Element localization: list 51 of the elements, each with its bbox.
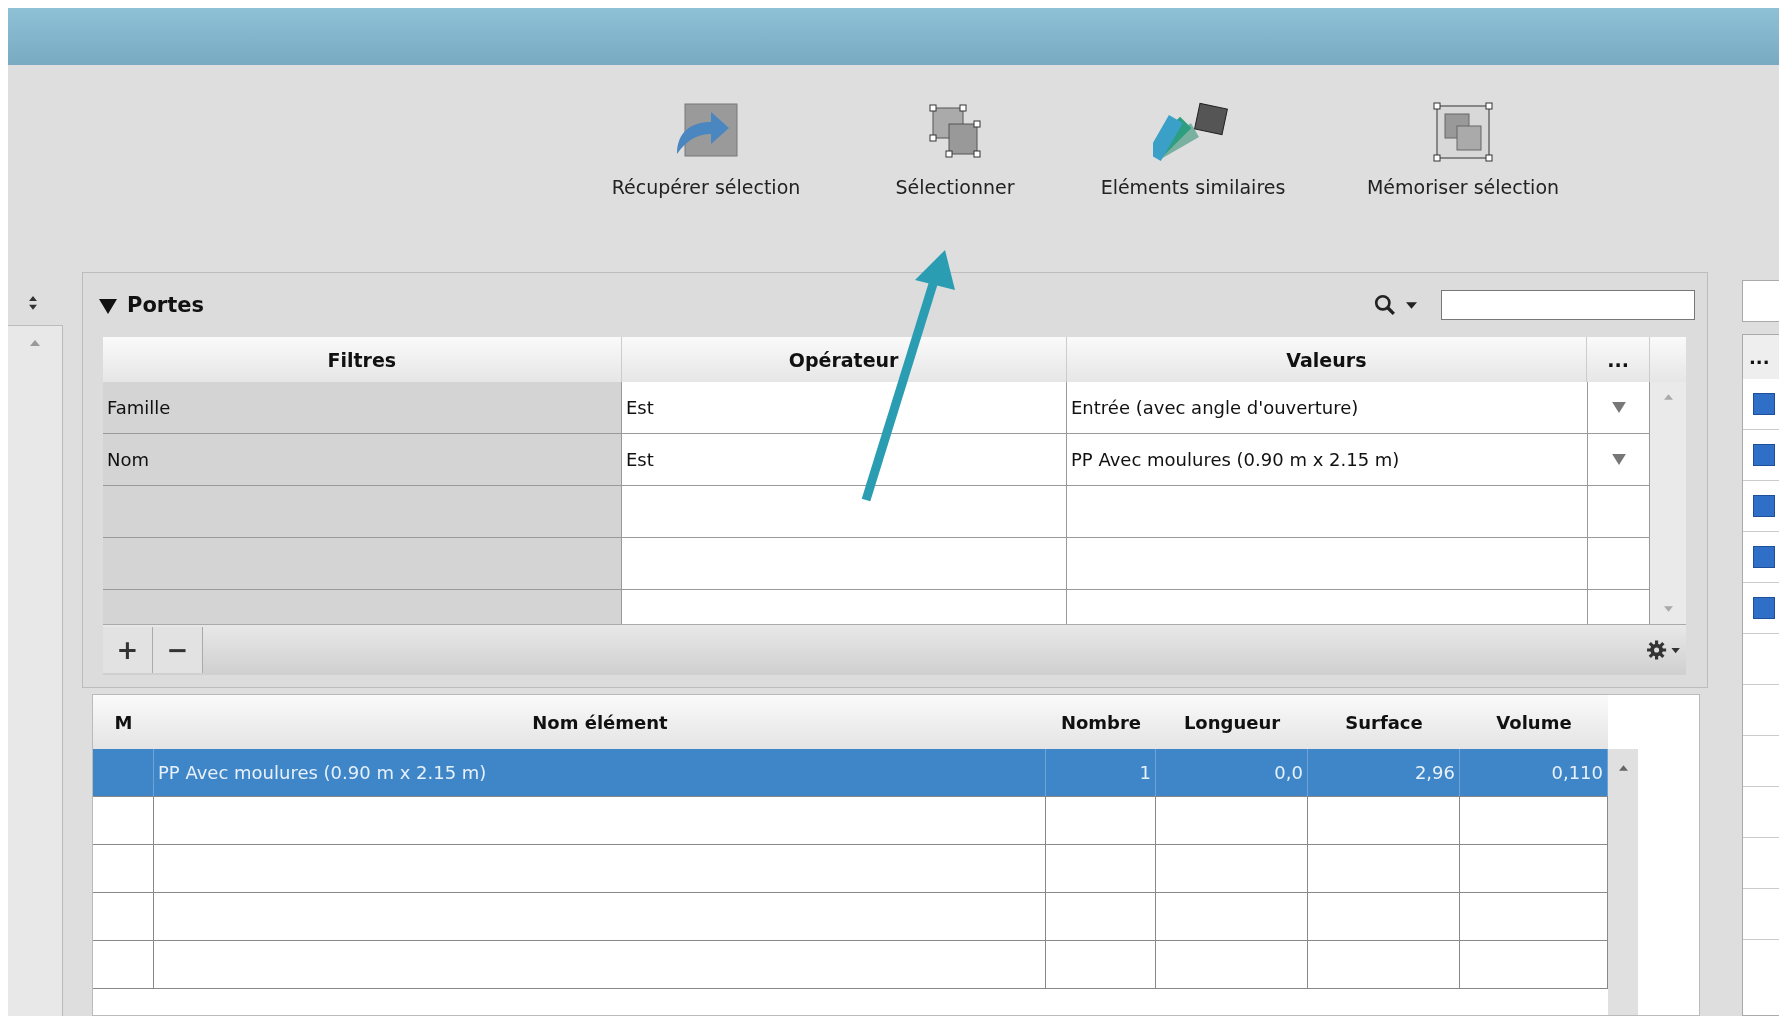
square-icon [1753,495,1775,517]
spinner-icon[interactable] [28,295,38,311]
framed-squares-icon [1431,100,1495,164]
table-cell [1588,538,1650,590]
column-header: Volume [1495,710,1573,735]
table-cell[interactable] [1067,486,1588,538]
table-cell[interactable]: Est [622,382,1067,434]
table-cell: 1 [1139,762,1151,783]
table-cell[interactable]: PP Avec moulures (0.90 m x 2.15 m) [1067,434,1588,486]
add-button[interactable]: + [103,627,153,673]
input-field[interactable] [1742,280,1779,322]
search-icon[interactable] [1374,294,1396,316]
table-cell[interactable] [622,538,1067,590]
table-cell: 0,0 [1274,762,1303,783]
caret-icon[interactable] [1406,301,1417,309]
table-cell: PP Avec moulures (0.90 m x 2.15 m) [158,762,487,783]
table-cell: 2,96 [1414,762,1455,783]
collapse-triangle-icon[interactable] [99,296,117,314]
square-icon [1753,546,1775,568]
dropdown-arrow-icon[interactable] [1611,402,1626,413]
search-field[interactable] [1441,290,1695,320]
panel-title: Portes [127,293,204,317]
table-cell[interactable] [622,486,1067,538]
remove-button[interactable]: − [153,627,203,673]
table-cell: 0,110 [1551,762,1603,783]
scrollbar[interactable] [1608,749,1638,1015]
square-icon [1753,597,1775,619]
column-header: Surface [1344,710,1424,735]
column-header: Nombre [1059,710,1143,735]
scroll-down-icon[interactable] [1663,606,1673,612]
toolbar-button[interactable]: Récupérer sélection [590,100,822,198]
square-icon [1753,444,1775,466]
table-cell: Famille [103,382,622,434]
square-icon [1753,393,1775,415]
scroll-up-icon[interactable] [30,339,40,346]
toolbar-button[interactable]: Eléments similaires [1068,100,1318,198]
dropdown-arrow-icon[interactable] [1611,454,1626,465]
scroll-up-icon[interactable] [1618,765,1628,771]
toolbar-button[interactable]: Mémoriser sélection [1338,100,1588,198]
table-cell[interactable]: Est [622,434,1067,486]
column-header: M [113,710,134,735]
column-header: Longueur [1182,710,1282,735]
table-cell[interactable] [1067,538,1588,590]
column-header: Nom élément [531,710,669,735]
scroll-up-icon[interactable] [1663,394,1673,400]
table-cell[interactable]: Entrée (avec angle d'ouverture) [1067,382,1588,434]
scrollbar[interactable] [1650,382,1686,624]
table-cell: Nom [103,434,622,486]
toolbar-button[interactable]: Sélectionner [852,100,1058,198]
settings-icon[interactable] [1646,639,1682,661]
column-header: ... [1743,335,1779,379]
